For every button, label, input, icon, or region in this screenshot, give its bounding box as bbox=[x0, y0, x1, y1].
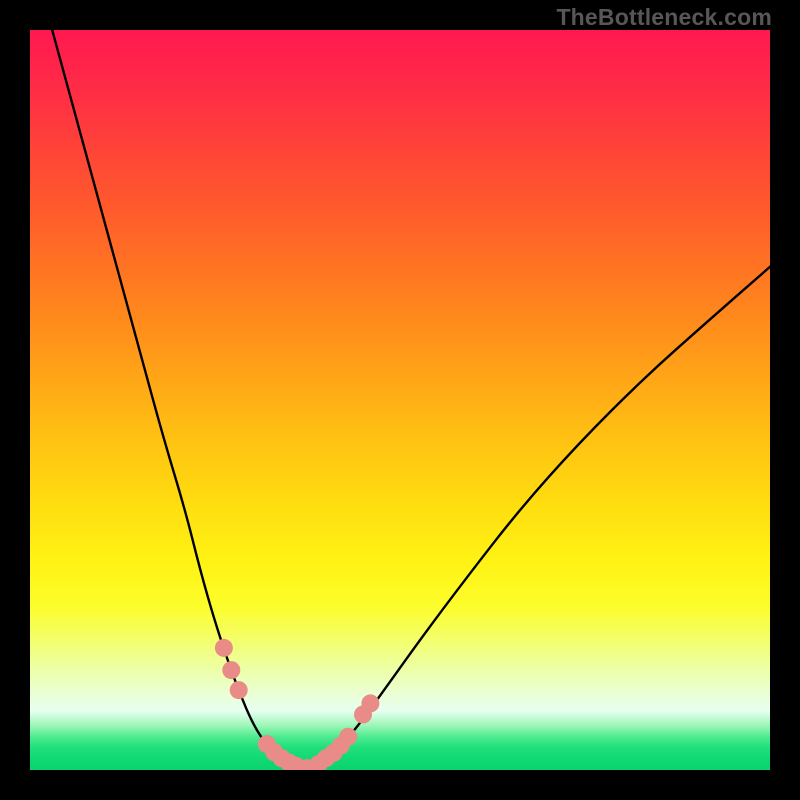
plot-area bbox=[30, 30, 770, 770]
marker-dot bbox=[339, 728, 357, 746]
marker-dot bbox=[222, 661, 240, 679]
watermark-text: TheBottleneck.com bbox=[556, 4, 772, 31]
gradient-background bbox=[30, 30, 770, 770]
chart-svg bbox=[30, 30, 770, 770]
marker-dot bbox=[361, 694, 379, 712]
marker-dot bbox=[230, 681, 248, 699]
marker-dot bbox=[215, 639, 233, 657]
chart-frame: TheBottleneck.com bbox=[0, 0, 800, 800]
